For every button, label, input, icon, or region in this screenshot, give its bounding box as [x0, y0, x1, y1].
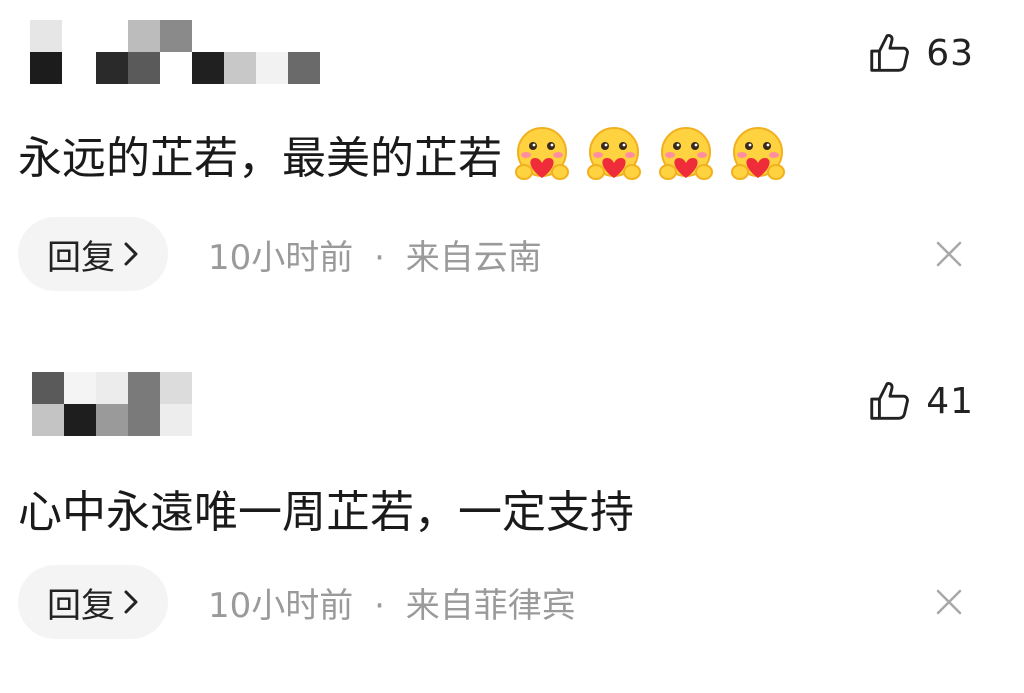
reply-label: 回复 [47, 585, 115, 626]
comment-body: 永远的芷若，最美的芷若 [18, 122, 790, 186]
chevron-right-icon [124, 242, 138, 266]
hug-heart-emoji [587, 127, 641, 180]
close-icon[interactable] [934, 239, 964, 269]
hug-heart-emoji [731, 127, 785, 180]
comment-text: 永远的芷若，最美的芷若 [18, 133, 502, 184]
reply-button[interactable]: 回复 [18, 565, 168, 639]
comment-meta-text: 10小时前 · 来自菲律宾 [208, 578, 576, 627]
like-button[interactable]: 41 [866, 378, 974, 424]
separator-dot: · [374, 237, 385, 278]
hug-heart-emoji [659, 127, 713, 180]
like-count: 41 [926, 380, 974, 422]
reply-button[interactable]: 回复 [18, 217, 168, 291]
comment-body: 心中永遠唯一周芷若，一定支持 [18, 476, 634, 540]
hug-heart-emoji [515, 127, 569, 180]
timestamp: 10小时前 [208, 237, 354, 278]
close-icon[interactable] [934, 587, 964, 617]
location: 来自菲律宾 [405, 585, 576, 626]
chevron-right-icon [124, 590, 138, 614]
comment-meta: 回复 10小时前 · 来自菲律宾 [18, 565, 1024, 639]
comment-item: 41 心中永遠唯一周芷若，一定支持 回复 10小时前 · 来自菲律宾 [0, 350, 1024, 693]
location: 来自云南 [405, 237, 542, 278]
thumbs-up-icon [870, 382, 910, 420]
comment-item: 63 永远的芷若，最美的芷若 回复 10小时前 · 来自云南 [0, 0, 1024, 330]
like-button[interactable]: 63 [866, 30, 974, 76]
comment-meta: 回复 10小时前 · 来自云南 [18, 217, 1024, 291]
timestamp: 10小时前 [208, 585, 354, 626]
comment-meta-text: 10小时前 · 来自云南 [208, 230, 542, 279]
like-count: 63 [926, 32, 974, 74]
comment-text: 心中永遠唯一周芷若，一定支持 [18, 487, 634, 538]
separator-dot: · [374, 585, 385, 626]
thumbs-up-icon [870, 34, 910, 72]
reply-label: 回复 [47, 237, 115, 278]
